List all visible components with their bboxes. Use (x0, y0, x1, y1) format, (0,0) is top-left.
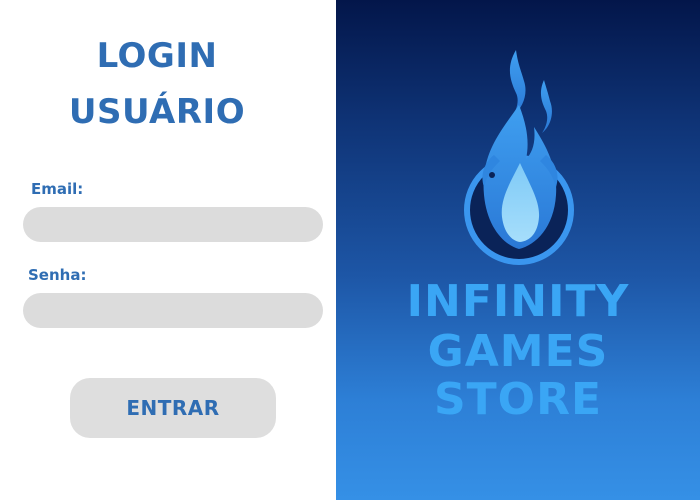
password-label: Senha: (28, 266, 87, 284)
blue-flame-icon (454, 45, 584, 270)
login-page: LOGIN USUÁRIO Email: Senha: ENTRAR INFIN… (0, 0, 700, 500)
brand-name-line-3: STORE (433, 374, 603, 425)
brand-name-line-1: INFINITY (406, 276, 630, 327)
brand-panel: INFINITY GAMES STORE (336, 0, 700, 500)
page-title-line-1: LOGIN (96, 36, 218, 76)
brand-name-line-2: GAMES (427, 326, 609, 377)
login-button[interactable]: ENTRAR (70, 378, 276, 438)
page-title-line-2: USUÁRIO (68, 92, 246, 132)
password-field[interactable] (23, 293, 323, 328)
email-field[interactable] (23, 207, 323, 242)
email-label: Email: (31, 180, 84, 198)
login-panel: LOGIN USUÁRIO Email: Senha: ENTRAR (0, 0, 336, 500)
